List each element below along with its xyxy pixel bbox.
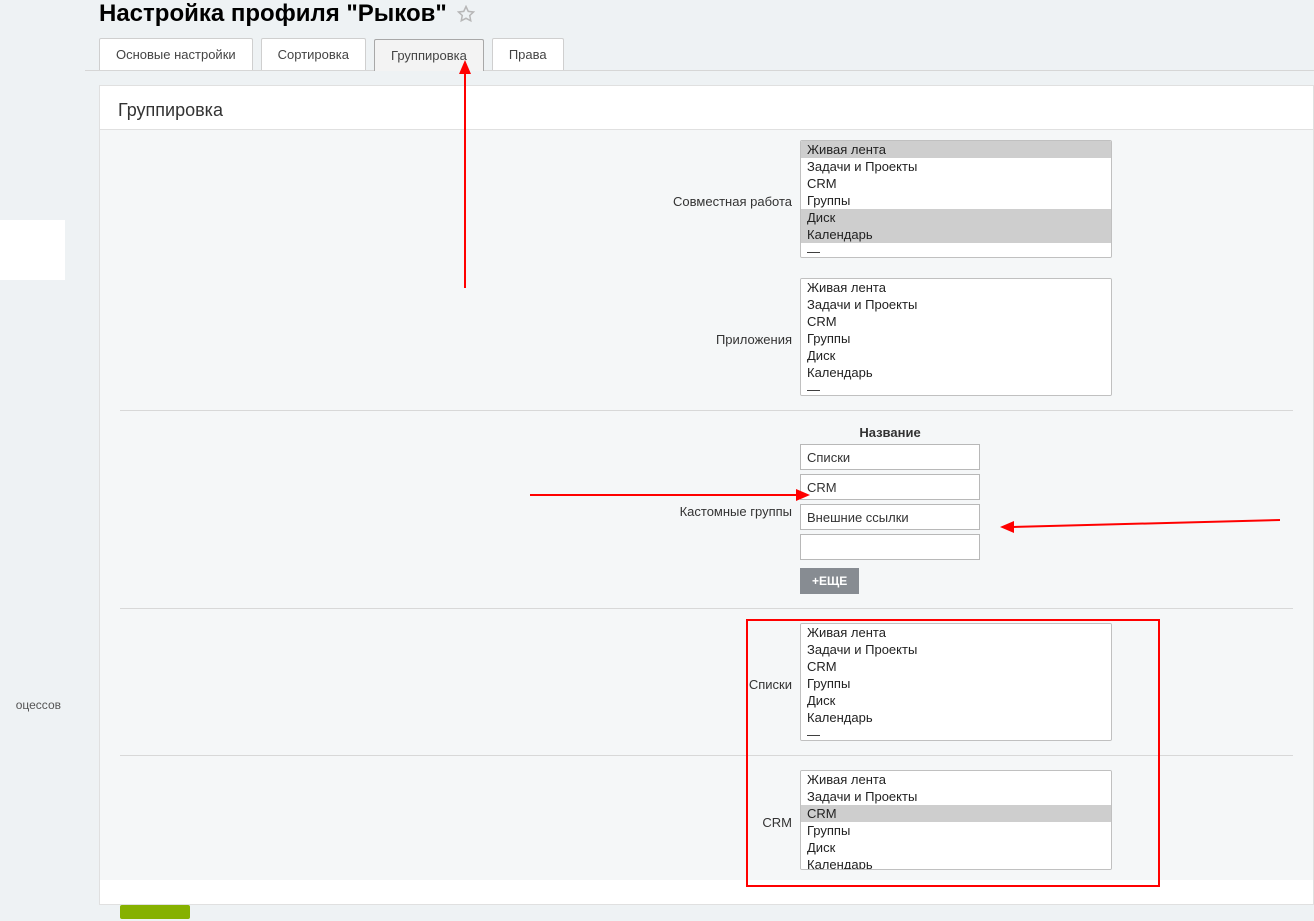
page-title: Настройка профиля "Рыков"	[99, 0, 447, 28]
add-more-button[interactable]: +ЕЩЕ	[800, 568, 859, 594]
grouping-panel: Группировка Совместная работа Живая лент…	[99, 85, 1314, 905]
tab-sorting[interactable]: Сортировка	[261, 38, 366, 70]
tab-rights[interactable]: Права	[492, 38, 564, 70]
left-nav-text-fragment: оцессов	[0, 698, 65, 718]
label-custom-groups: Кастомные группы	[120, 500, 800, 519]
custom-name-header: Название	[800, 425, 980, 440]
custom-input-0[interactable]	[800, 444, 980, 470]
tab-bar: Основые настройки Сортировка Группировка…	[85, 38, 1314, 71]
panel-title: Группировка	[100, 86, 1313, 130]
star-icon[interactable]	[457, 5, 475, 23]
tab-grouping[interactable]: Группировка	[374, 39, 484, 71]
footer-buttons	[120, 905, 190, 919]
save-button-partial[interactable]	[120, 905, 190, 919]
custom-input-1[interactable]	[800, 474, 980, 500]
label-collab: Совместная работа	[120, 190, 800, 209]
label-lists: Списки	[120, 673, 800, 692]
select-apps[interactable]: Живая лентаЗадачи и ПроектыCRMГруппыДиск…	[800, 278, 1112, 396]
select-lists[interactable]: Живая лентаЗадачи и ПроектыCRMГруппыДиск…	[800, 623, 1112, 741]
tab-main-settings[interactable]: Основые настройки	[99, 38, 253, 70]
label-crm: CRM	[120, 811, 800, 830]
label-apps: Приложения	[120, 328, 800, 347]
select-crm[interactable]: Живая лентаЗадачи и ПроектыCRMГруппыДиск…	[800, 770, 1112, 870]
select-collab[interactable]: Живая лентаЗадачи и ПроектыCRMГруппыДиск…	[800, 140, 1112, 258]
custom-input-2[interactable]	[800, 504, 980, 530]
custom-input-3[interactable]	[800, 534, 980, 560]
left-nav-stub	[0, 220, 65, 280]
